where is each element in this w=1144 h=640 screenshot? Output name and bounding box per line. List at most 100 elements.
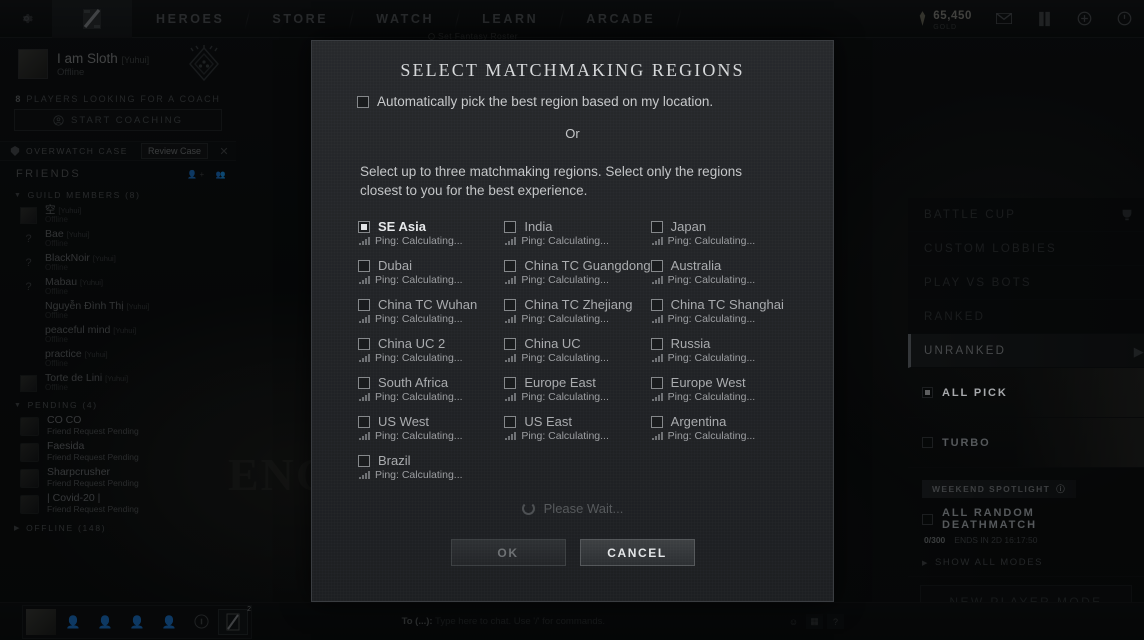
- signal-bars-icon: [651, 276, 663, 285]
- select-matchmaking-regions-dialog: SELECT MATCHMAKING REGIONS Automatically…: [311, 40, 834, 602]
- signal-bars-icon: [359, 354, 370, 363]
- region-option-australia[interactable]: Australia Ping: Calculating...: [650, 255, 797, 294]
- region-name: India: [524, 219, 553, 235]
- checkbox-region[interactable]: [358, 259, 370, 272]
- region-option-russia[interactable]: Russia Ping: Calculating...: [650, 333, 797, 372]
- checkbox-region[interactable]: [650, 259, 663, 272]
- signal-bars-icon: [651, 237, 663, 246]
- checkbox-region[interactable]: [650, 337, 663, 350]
- checkbox-region[interactable]: [358, 298, 370, 311]
- checkbox-region[interactable]: [358, 337, 370, 350]
- region-name: Australia: [670, 258, 722, 274]
- dota-client-window: ENGE HEROES STORE WATCH LEARN ARCADE: [0, 0, 1144, 640]
- checkbox-region[interactable]: [650, 220, 663, 233]
- region-grid: SE Asia Ping: Calculating... India Ping:…: [312, 216, 833, 489]
- auto-region-row[interactable]: Automatically pick the best region based…: [312, 81, 833, 109]
- region-option-us-west[interactable]: US West Ping: Calculating...: [358, 411, 504, 450]
- signal-bars-icon: [505, 276, 517, 285]
- region-name: Argentina: [670, 414, 727, 430]
- region-name: Brazil: [378, 453, 411, 469]
- ok-button[interactable]: OK: [450, 539, 566, 567]
- dialog-buttons: OK CANCEL: [312, 539, 833, 567]
- region-option-china-tc-zhejiang[interactable]: China TC Zhejiang Ping: Calculating...: [504, 294, 650, 333]
- mode-label-all-random-deathmatch: ALL RANDOM DEATHMATCH: [942, 507, 1037, 531]
- mode-row-all-random-deathmatch[interactable]: ALL RANDOM DEATHMATCH: [922, 507, 1130, 531]
- region-ping: Ping: Calculating...: [375, 274, 463, 287]
- signal-bars-icon: [505, 432, 517, 441]
- signal-bars-icon: [359, 237, 370, 246]
- region-ping: Ping: Calculating...: [375, 352, 463, 365]
- loading-spinner-icon: [521, 502, 535, 516]
- checkbox-region[interactable]: [650, 376, 663, 389]
- checkbox-region[interactable]: [358, 415, 370, 428]
- region-name: China UC: [524, 336, 581, 352]
- signal-bars-icon: [505, 237, 517, 246]
- region-option-europe-west[interactable]: Europe West Ping: Calculating...: [650, 372, 797, 411]
- checkbox-region[interactable]: [650, 298, 663, 311]
- checkbox-region[interactable]: [358, 454, 370, 467]
- checkbox-region[interactable]: [650, 415, 663, 428]
- region-option-india[interactable]: India Ping: Calculating...: [504, 216, 650, 255]
- region-ping: Ping: Calculating...: [667, 391, 756, 404]
- mode-label-all-pick: ALL PICK: [942, 386, 1008, 399]
- region-option-argentina[interactable]: Argentina Ping: Calculating...: [650, 411, 797, 450]
- region-ping: Ping: Calculating...: [521, 391, 609, 404]
- region-name: China UC 2: [378, 336, 446, 352]
- region-option-japan[interactable]: Japan Ping: Calculating...: [650, 216, 797, 255]
- checkbox-region[interactable]: [504, 376, 517, 389]
- please-wait-row: Please Wait...: [312, 501, 833, 516]
- region-option-china-uc[interactable]: China UC Ping: Calculating...: [504, 333, 650, 372]
- region-option-china-tc-guangdong[interactable]: China TC Guangdong Ping: Calculating...: [504, 255, 651, 294]
- mode-label-turbo: TURBO: [942, 436, 991, 449]
- region-option-china-uc-2[interactable]: China UC 2 Ping: Calculating...: [358, 333, 504, 372]
- checkbox-region[interactable]: [358, 220, 370, 233]
- region-name: China TC Zhejiang: [524, 297, 633, 313]
- region-name: US East: [524, 414, 573, 430]
- region-name: South Africa: [378, 375, 449, 391]
- signal-bars-icon: [359, 315, 370, 324]
- signal-bars-icon: [505, 315, 517, 324]
- region-option-us-east[interactable]: US East Ping: Calculating...: [504, 411, 650, 450]
- region-option-china-tc-shanghai[interactable]: China TC Shanghai Ping: Calculating...: [650, 294, 797, 333]
- region-name: US West: [378, 414, 430, 430]
- checkbox-region[interactable]: [504, 415, 517, 428]
- checkbox-auto-region[interactable]: [357, 95, 369, 108]
- checkbox-region[interactable]: [504, 298, 517, 311]
- or-separator: Or: [565, 126, 580, 141]
- region-option-south-africa[interactable]: South Africa Ping: Calculating...: [358, 372, 504, 411]
- signal-bars-icon: [651, 354, 663, 363]
- region-name: Europe West: [670, 375, 746, 391]
- please-wait-label: Please Wait...: [543, 501, 624, 517]
- region-name: Russia: [670, 336, 711, 352]
- region-option-se-asia[interactable]: SE Asia Ping: Calculating...: [358, 216, 504, 255]
- region-option-europe-east[interactable]: Europe East Ping: Calculating...: [504, 372, 650, 411]
- dialog-description: Select up to three matchmaking regions. …: [360, 164, 742, 199]
- signal-bars-icon: [651, 393, 663, 402]
- checkbox-region[interactable]: [504, 337, 517, 350]
- checkbox-region[interactable]: [504, 220, 517, 233]
- region-option-brazil[interactable]: Brazil Ping: Calculating...: [358, 450, 504, 489]
- region-ping: Ping: Calculating...: [375, 391, 463, 404]
- region-ping: Ping: Calculating...: [375, 430, 463, 443]
- checkbox-region[interactable]: [358, 376, 370, 389]
- signal-bars-icon: [359, 276, 370, 285]
- signal-bars-icon: [359, 432, 370, 441]
- region-option-china-tc-wuhan[interactable]: China TC Wuhan Ping: Calculating...: [358, 294, 504, 333]
- signal-bars-icon: [359, 393, 370, 402]
- cancel-button[interactable]: CANCEL: [579, 539, 695, 567]
- region-ping: Ping: Calculating...: [521, 430, 609, 443]
- signal-bars-icon: [651, 432, 663, 441]
- signal-bars-icon: [651, 315, 663, 324]
- region-ping: Ping: Calculating...: [521, 313, 609, 326]
- region-name: Japan: [670, 219, 707, 235]
- signal-bars-icon: [505, 393, 517, 402]
- region-option-dubai[interactable]: Dubai Ping: Calculating...: [358, 255, 504, 294]
- region-ping: Ping: Calculating...: [375, 469, 463, 482]
- signal-bars-icon: [359, 471, 370, 480]
- region-name: China TC Wuhan: [378, 297, 478, 313]
- region-ping: Ping: Calculating...: [521, 352, 609, 365]
- region-name: Europe East: [524, 375, 596, 391]
- signal-bars-icon: [505, 354, 517, 363]
- checkbox-region[interactable]: [504, 259, 517, 272]
- dialog-title: SELECT MATCHMAKING REGIONS: [400, 60, 745, 80]
